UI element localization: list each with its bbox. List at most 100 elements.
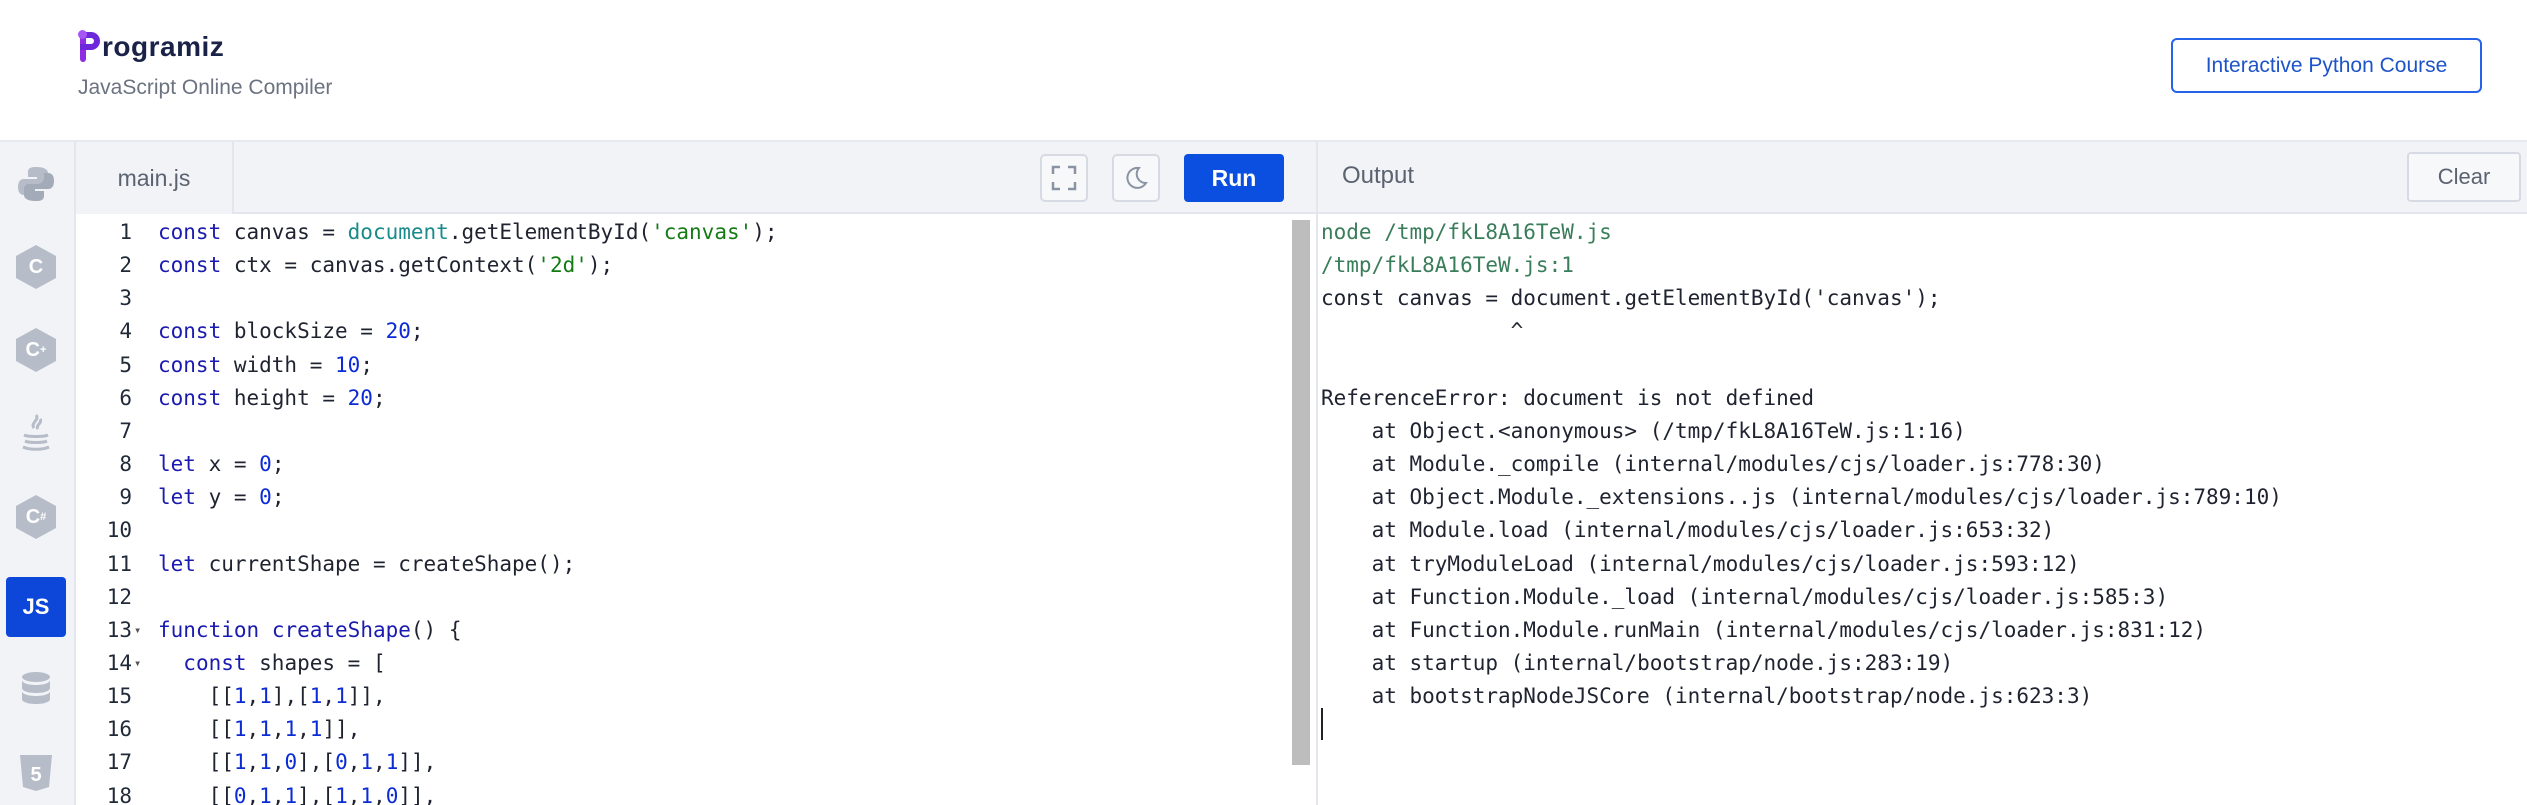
code-text: const blockSize = 20; <box>158 319 424 344</box>
code-text: [[1,1],[1,1]], <box>158 684 386 709</box>
line-number: 1 <box>119 220 132 244</box>
output-console[interactable]: node /tmp/fkL8A16TeW.js/tmp/fkL8A16TeW.j… <box>1318 214 2527 805</box>
output-line: const canvas = document.getElementById('… <box>1321 286 1941 311</box>
line-number: 11 <box>106 551 132 576</box>
code-text: const height = 20; <box>158 385 386 410</box>
line-number: 2 <box>119 253 132 278</box>
line-number: 5 <box>119 352 132 377</box>
interactive-python-course-button[interactable]: Interactive Python Course <box>2171 38 2482 93</box>
line-number: 9 <box>119 485 132 510</box>
sidebar-item-java[interactable] <box>6 404 66 464</box>
fold-toggle-icon[interactable]: ▾ <box>134 614 141 647</box>
code-line[interactable]: 5 const width = 10; <box>76 349 1286 382</box>
svg-text:5: 5 <box>30 764 41 786</box>
sidebar-item-sql[interactable] <box>6 660 66 720</box>
code-line[interactable]: 13 ▾ function createShape() { <box>76 614 1286 647</box>
fold-toggle-icon[interactable]: ▾ <box>134 647 141 680</box>
code-text: const width = 10; <box>158 352 373 377</box>
output-line: at Object.Module._extensions..js (intern… <box>1321 485 2282 510</box>
line-number: 15 <box>106 684 132 709</box>
programiz-logo[interactable]: rogramiz <box>78 30 224 64</box>
line-number: 17 <box>106 750 132 775</box>
code-line[interactable]: 2 const ctx = canvas.getContext('2d'); <box>76 249 1286 282</box>
output-line: at tryModuleLoad (internal/modules/cjs/l… <box>1321 551 2080 576</box>
moon-icon <box>1126 166 1148 189</box>
code-line[interactable]: 7 <box>76 415 1286 448</box>
programiz-logo-mark <box>78 30 100 64</box>
code-line[interactable]: 12 <box>76 581 1286 614</box>
c-hex-icon: C <box>16 245 56 289</box>
html5-icon: 5 <box>20 755 52 791</box>
logo-text: rogramiz <box>102 31 225 62</box>
top-header: rogramiz JavaScript Online Compiler Inte… <box>0 0 2527 142</box>
sidebar-item-csharp[interactable]: C # <box>6 487 66 547</box>
line-number: 8 <box>119 452 132 477</box>
code-text: let y = 0; <box>158 485 285 510</box>
sidebar-item-html[interactable]: 5 <box>6 743 66 803</box>
code-line[interactable]: 9 let y = 0; <box>76 481 1286 514</box>
clear-button[interactable]: Clear <box>2407 152 2521 202</box>
fullscreen-icon <box>1051 165 1077 191</box>
code-text: const ctx = canvas.getContext('2d'); <box>158 253 614 278</box>
fullscreen-button[interactable] <box>1040 154 1088 202</box>
code-line[interactable]: 16 [[1,1,1,1]], <box>76 713 1286 746</box>
line-number: 14 <box>106 650 132 675</box>
code-line[interactable]: 15 [[1,1],[1,1]], <box>76 680 1286 713</box>
dark-mode-toggle[interactable] <box>1112 154 1160 202</box>
code-text: let x = 0; <box>158 452 285 477</box>
tab-main-js[interactable]: main.js <box>76 142 234 214</box>
code-line[interactable]: 6 const height = 20; <box>76 382 1286 415</box>
line-number: 16 <box>106 717 132 742</box>
output-line: ReferenceError: document is not defined <box>1321 385 1815 410</box>
output-line: /tmp/fkL8A16TeW.js:1 <box>1321 253 1574 278</box>
run-button[interactable]: Run <box>1184 154 1284 202</box>
js-icon: JS <box>22 594 50 619</box>
code-line[interactable]: 10 <box>76 514 1286 547</box>
python-icon <box>18 167 54 201</box>
code-text: [[1,1,1,1]], <box>158 717 361 742</box>
code-line[interactable]: 11 let currentShape = createShape(); <box>76 548 1286 581</box>
output-line: at startup (internal/bootstrap/node.js:2… <box>1321 650 1954 675</box>
code-text: [[1,1,0],[0,1,1]], <box>158 750 437 775</box>
csharp-hex-icon: C # <box>16 495 56 539</box>
code-line[interactable]: 18 [[0,1,1],[1,1,0]], <box>76 780 1286 805</box>
code-text: let currentShape = createShape(); <box>158 551 576 576</box>
code-line[interactable]: 14 ▾ const shapes = [ <box>76 647 1286 680</box>
sidebar-item-python[interactable] <box>6 154 66 214</box>
line-number: 10 <box>106 518 132 543</box>
output-line: at Function.Module._load (internal/modul… <box>1321 584 2169 609</box>
code-line[interactable]: 8 let x = 0; <box>76 448 1286 481</box>
java-icon <box>22 414 50 451</box>
output-line: at Module.load (internal/modules/cjs/loa… <box>1321 518 2055 543</box>
output-line: at Module._compile (internal/modules/cjs… <box>1321 452 2105 477</box>
sidebar-item-cpp[interactable]: C + <box>6 320 66 380</box>
line-number: 7 <box>119 418 132 443</box>
editor-scrollbar[interactable] <box>1292 220 1310 765</box>
code-line[interactable]: 4 const blockSize = 20; <box>76 315 1286 348</box>
editor-toolbar: main.js Run <box>76 142 1316 214</box>
code-line[interactable]: 3 <box>76 282 1286 315</box>
line-number: 13 <box>106 617 132 642</box>
cpp-hex-icon: C + <box>16 328 56 372</box>
code-text: [[0,1,1],[1,1,0]], <box>158 783 437 805</box>
code-text: function createShape() { <box>158 617 462 642</box>
language-sidebar: C C + C # JS 5 <box>0 142 76 805</box>
code-line[interactable]: 17 [[1,1,0],[0,1,1]], <box>76 746 1286 779</box>
output-title: Output <box>1342 162 1415 189</box>
line-number: 3 <box>119 286 132 311</box>
code-text: const shapes = [ <box>183 650 386 675</box>
sidebar-item-javascript[interactable]: JS <box>6 577 66 637</box>
code-editor[interactable]: 1 const canvas = document.getElementById(… <box>76 214 1316 805</box>
line-number: 6 <box>119 385 132 410</box>
database-icon <box>22 672 50 704</box>
sidebar-item-c[interactable]: C <box>6 237 66 297</box>
output-header: Output Clear <box>1318 142 2527 214</box>
output-line: at bootstrapNodeJSCore (internal/bootstr… <box>1321 684 2093 709</box>
code-line[interactable]: 1 const canvas = document.getElementById(… <box>76 216 1286 249</box>
line-number: 12 <box>106 584 132 609</box>
page-subtitle: JavaScript Online Compiler <box>78 76 333 99</box>
output-line: ^ <box>1321 319 1524 344</box>
code-text: const canvas = document.getElementById('… <box>158 220 778 244</box>
line-number: 4 <box>119 319 132 344</box>
output-line: node /tmp/fkL8A16TeW.js <box>1321 220 1612 244</box>
